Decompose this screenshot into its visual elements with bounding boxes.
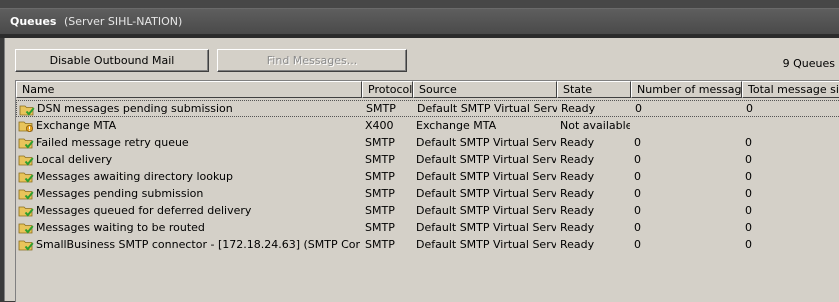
queue-row[interactable]: Local delivery SMTP Default SMTP Virtual S… <box>16 151 839 168</box>
header-name[interactable]: Name <box>16 81 362 98</box>
queue-message-count: 0 <box>635 102 642 115</box>
queue-row[interactable]: DSN messages pending submission SMTP Defau… <box>16 100 839 117</box>
page-title: Queues <box>10 15 57 28</box>
queue-name: Messages pending submission <box>36 187 204 200</box>
queue-row[interactable]: Messages queued for deferred delivery SMT… <box>16 202 839 219</box>
queue-message-count <box>634 117 741 134</box>
queue-total-size: 0 <box>745 221 752 234</box>
queue-state: Ready <box>560 221 595 234</box>
queue-name: SmallBusiness SMTP connector - [172.18.2… <box>36 238 360 251</box>
queue-protocol: SMTP <box>365 136 395 149</box>
queue-message-count: 0 <box>634 136 641 149</box>
queue-row[interactable]: Messages waiting to be routed SMTP Default… <box>16 219 839 236</box>
queue-state: Ready <box>560 170 595 183</box>
queue-protocol: X400 <box>365 119 394 132</box>
queue-name: Local delivery <box>36 153 113 166</box>
queue-total-size: 0 <box>745 187 752 200</box>
queue-message-count: 0 <box>634 187 641 200</box>
queue-state: Ready <box>561 102 596 115</box>
queue-state: Ready <box>560 187 595 200</box>
queue-total-size: 0 <box>745 238 752 251</box>
queue-total-size: 0 <box>746 102 753 115</box>
queue-total-size: 0 <box>745 204 752 217</box>
queue-source: Default SMTP Virtual Server <box>416 153 556 166</box>
find-messages-button: Find Messages... <box>217 49 407 72</box>
queue-message-count: 0 <box>634 170 641 183</box>
queue-state: Ready <box>560 204 595 217</box>
queue-total-size <box>745 117 839 134</box>
queue-name: Exchange MTA <box>36 119 117 132</box>
header-source[interactable]: Source <box>413 81 557 98</box>
queue-message-count: 0 <box>634 153 641 166</box>
queue-count-label: 9 Queues <box>782 57 835 70</box>
queue-total-size: 0 <box>745 153 752 166</box>
queue-protocol: SMTP <box>366 102 396 115</box>
queue-source: Default SMTP Virtual Server <box>416 187 556 200</box>
queue-protocol: SMTP <box>365 238 395 251</box>
queue-state: Ready <box>560 136 595 149</box>
queue-row[interactable]: Exchange MTA X400 Exchange MTA Not availabl… <box>16 117 839 134</box>
header-total-message-size[interactable]: Total message size <box>742 81 839 98</box>
queue-state: Ready <box>560 238 595 251</box>
queue-source: Default SMTP Virtual Server <box>416 136 556 149</box>
queue-source: Default SMTP Virtual Server <box>416 204 556 217</box>
queue-name: Messages waiting to be routed <box>36 221 205 234</box>
queue-protocol: SMTP <box>365 153 395 166</box>
list-header: NameProtocolSourceStateNumber of message… <box>16 81 839 98</box>
queue-total-size: 0 <box>745 170 752 183</box>
queue-source: Exchange MTA <box>416 119 497 132</box>
queue-protocol: SMTP <box>365 221 395 234</box>
queue-source: Default SMTP Virtual Server <box>416 221 556 234</box>
queue-name: DSN messages pending submission <box>37 102 233 115</box>
queue-state: Not available <box>560 119 630 132</box>
queue-name: Messages queued for deferred delivery <box>36 204 252 217</box>
queue-state: Ready <box>560 153 595 166</box>
queues-panel: Disable Outbound Mail Find Messages... 9… <box>4 38 839 302</box>
queue-row[interactable]: Messages awaiting directory lookup SMTP De… <box>16 168 839 185</box>
queue-row[interactable]: SmallBusiness SMTP connector - [172.18.2… <box>16 236 839 253</box>
queues-title-bar: Queues (Server SIHL-NATION) <box>0 8 839 35</box>
server-name: (Server SIHL-NATION) <box>64 15 183 28</box>
queue-source: Default SMTP Virtual Server <box>416 170 556 183</box>
queue-message-count: 0 <box>634 238 641 251</box>
queue-source: Default SMTP Virtual Server <box>417 102 557 115</box>
queue-name: Failed message retry queue <box>36 136 189 149</box>
queue-message-count: 0 <box>634 204 641 217</box>
disable-outbound-mail-button[interactable]: Disable Outbound Mail <box>15 49 209 72</box>
header-number-of-messages[interactable]: Number of messages <box>631 81 742 98</box>
queue-row[interactable]: Messages pending submission SMTP Default S… <box>16 185 839 202</box>
queue-total-size: 0 <box>745 136 752 149</box>
queue-protocol: SMTP <box>365 187 395 200</box>
queues-list-view[interactable]: NameProtocolSourceStateNumber of message… <box>15 80 839 302</box>
queue-source: Default SMTP Virtual Server <box>416 238 556 251</box>
queue-message-count: 0 <box>634 221 641 234</box>
header-protocol[interactable]: Protocol <box>362 81 413 98</box>
queue-name: Messages awaiting directory lookup <box>36 170 234 183</box>
queue-protocol: SMTP <box>365 204 395 217</box>
header-state[interactable]: State <box>557 81 631 98</box>
window-top-strip <box>0 0 839 8</box>
queue-row[interactable]: Failed message retry queue SMTP Default SM… <box>16 134 839 151</box>
queue-protocol: SMTP <box>365 170 395 183</box>
